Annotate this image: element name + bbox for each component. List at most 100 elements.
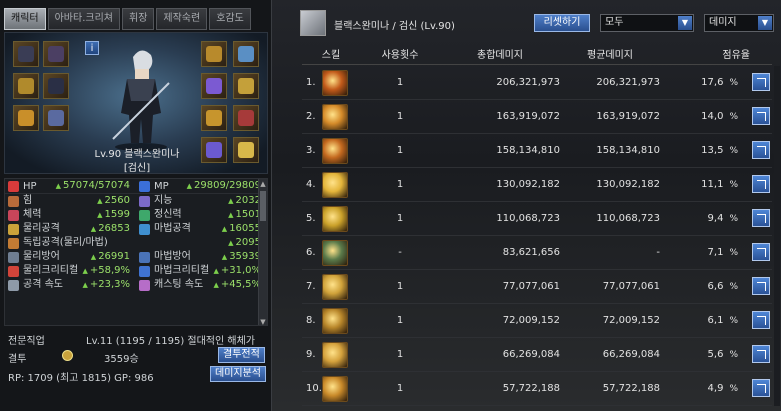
equip-slot-necklace[interactable] <box>233 41 259 67</box>
type-select[interactable]: 데미지 ▼ <box>704 14 774 32</box>
row-share-value: 14,0 <box>701 111 724 122</box>
stat-row: 물리방어 26991 마법방어 35939 <box>5 250 267 264</box>
stat-icon <box>8 223 19 235</box>
row-share-value: 4,9 <box>707 383 724 394</box>
tab-affinity[interactable]: 호감도 <box>209 8 251 30</box>
stat-row: 독립공격(물리/마법) 2095 <box>5 236 267 250</box>
stat-value: 26991 <box>91 250 130 264</box>
row-average: 130,092,182 <box>596 179 660 190</box>
skill-icon <box>322 103 348 130</box>
row-uses: 1 <box>396 77 404 88</box>
equip-slot-title[interactable] <box>43 41 69 67</box>
row-average: 66,269,084 <box>602 349 660 360</box>
character-level-name: Lv.90 블랙스완미나 <box>94 149 180 160</box>
stats-table: HP 57074/57074 MP 29809/29809 힘 2560 지능 203… <box>4 178 268 326</box>
stat-value: +23,3% <box>82 278 130 292</box>
skill-icon <box>322 341 348 368</box>
row-share-value: 5,6 <box>707 349 724 360</box>
mana-icon <box>139 180 150 192</box>
stat-row: 물리공격 26853 마법공격 16055 <box>5 222 267 236</box>
rp-gp-line: RP: 1709 (최고 1815) GP: 986 <box>8 373 154 384</box>
stat-cell: 물리크리티컬+58,9% <box>5 264 136 278</box>
stat-cell: 지능 2032 <box>136 194 267 208</box>
filter-select[interactable]: 모두 ▼ <box>600 14 694 32</box>
table-row: 1. 1 206,321,973 206,321,973 17,6% <box>302 66 772 100</box>
detail-link-icon[interactable] <box>752 141 770 159</box>
row-rank: 9. <box>306 349 316 360</box>
row-average: 206,321,973 <box>596 77 660 88</box>
equip-slot-shoulder[interactable] <box>13 105 39 131</box>
row-rank: 7. <box>306 281 316 292</box>
equip-slot-earring[interactable] <box>233 105 259 131</box>
row-average: 110,068,723 <box>596 213 660 224</box>
tab-avatar-creature[interactable]: 아바타.크리쳐 <box>47 8 120 30</box>
duel-wins: 3559승 <box>104 354 139 365</box>
scroll-up-icon[interactable]: ▲ <box>259 179 267 189</box>
tab-emblem[interactable]: 휘장 <box>122 8 155 30</box>
duel-label: 결투 <box>8 354 27 365</box>
equip-slot-top[interactable] <box>13 73 39 99</box>
scroll-thumb[interactable] <box>260 191 266 221</box>
detail-link-icon[interactable] <box>752 73 770 91</box>
stat-hp: HP 57074/57074 <box>5 179 136 193</box>
detail-link-icon[interactable] <box>752 209 770 227</box>
detail-link-icon[interactable] <box>752 243 770 261</box>
detail-link-icon[interactable] <box>752 345 770 363</box>
stat-mp-value: 29809/29809 <box>187 179 261 194</box>
equip-slot-ring[interactable] <box>201 73 227 99</box>
row-share-value: 9,4 <box>707 213 724 224</box>
equip-slot-belt[interactable] <box>43 105 69 131</box>
row-share-unit: % <box>729 180 738 190</box>
hp-mp-row: HP 57074/57074 MP 29809/29809 <box>5 179 267 194</box>
tab-character[interactable]: 캐릭터 <box>4 8 46 30</box>
stat-icon <box>139 265 150 277</box>
col-average: 평균데미지 <box>587 50 633 61</box>
profession-value: Lv.11 (1195 / 1195) 절대적인 해체가 <box>86 336 255 347</box>
row-share-unit: % <box>729 112 738 122</box>
stat-label: 물리공격 <box>23 223 60 234</box>
stat-label: 지능 <box>154 195 173 206</box>
detail-link-icon[interactable] <box>752 107 770 125</box>
row-uses: 1 <box>396 383 404 394</box>
damage-analysis-button[interactable]: 데미지분석 <box>210 366 266 382</box>
table-row: 8. 1 72,009,152 72,009,152 6,1% <box>302 304 772 338</box>
damage-scrollbar[interactable] <box>774 66 780 406</box>
row-rank: 6. <box>306 247 316 258</box>
scroll-down-icon[interactable]: ▼ <box>259 317 267 325</box>
equip-slot-bracelet[interactable] <box>201 41 227 67</box>
table-row: 2. 1 163,919,072 163,919,072 14,0% <box>302 100 772 134</box>
equip-slot-weapon[interactable] <box>13 41 39 67</box>
col-uses: 사용횟수 <box>381 50 419 61</box>
table-row: 4. 1 130,092,182 130,092,182 11,1% <box>302 168 772 202</box>
stat-value: 1501 <box>228 208 261 222</box>
stat-icon <box>139 223 150 235</box>
detail-link-icon[interactable] <box>752 277 770 295</box>
detail-link-icon[interactable] <box>752 175 770 193</box>
stat-icon <box>8 265 19 277</box>
heart-icon <box>8 180 19 192</box>
duel-record-button[interactable]: 결투전적 <box>218 347 265 363</box>
equip-slot-bottom[interactable] <box>43 73 69 99</box>
row-average: 57,722,188 <box>602 383 660 394</box>
detail-link-icon[interactable] <box>752 311 770 329</box>
stat-icon <box>8 251 19 263</box>
damage-title: 블랙스완미나 / 검신 (Lv.90) <box>334 21 455 32</box>
reset-button[interactable]: 리셋하기 <box>534 14 590 32</box>
row-total: 130,092,182 <box>496 179 560 190</box>
row-total: 77,077,061 <box>502 281 560 292</box>
equip-slot-support[interactable] <box>233 73 259 99</box>
stat-value: +31,0% <box>213 264 261 278</box>
stats-scrollbar[interactable]: ▲ ▼ <box>258 179 267 325</box>
stat-label: 물리크리티컬 <box>23 265 79 276</box>
row-total: 206,321,973 <box>496 77 560 88</box>
row-rank: 10. <box>306 383 322 394</box>
info-icon[interactable]: i <box>85 41 99 55</box>
row-uses: 1 <box>396 179 404 190</box>
equip-slot-magic-stone[interactable] <box>201 105 227 131</box>
row-uses: 1 <box>396 145 404 156</box>
stat-cell: 물리방어 26991 <box>5 250 136 264</box>
detail-link-icon[interactable] <box>752 379 770 397</box>
row-share-value: 7,1 <box>707 247 724 258</box>
tab-crafting[interactable]: 제작숙련 <box>156 8 208 30</box>
row-share: 13,5% <box>660 145 738 156</box>
